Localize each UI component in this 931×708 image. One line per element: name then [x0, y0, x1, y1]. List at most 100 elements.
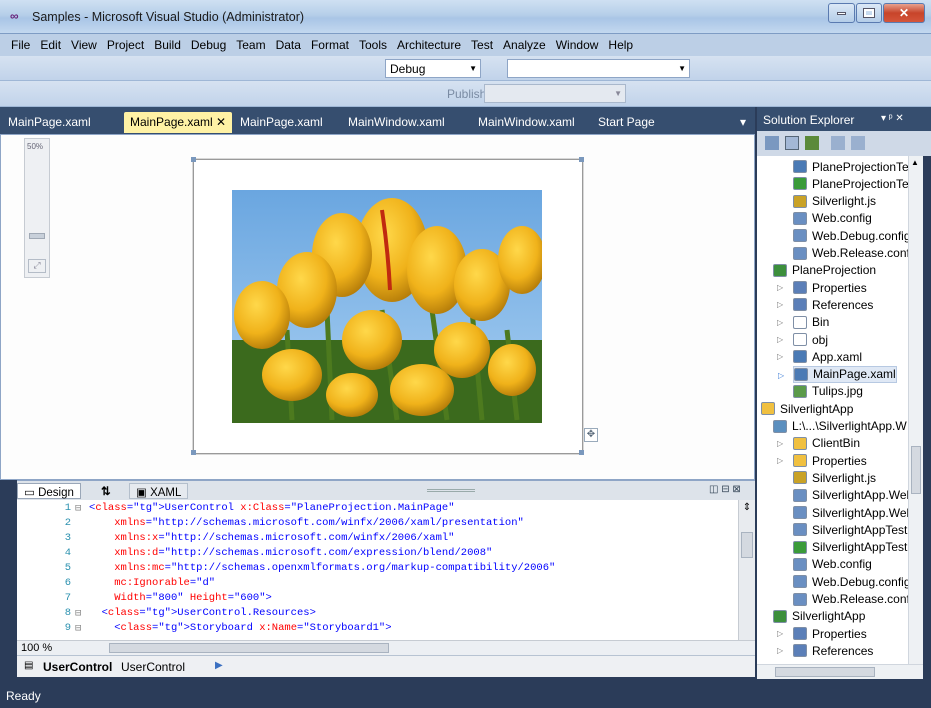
scroll-thumb[interactable]: [911, 446, 921, 494]
scroll-up-icon[interactable]: ▲: [911, 158, 919, 167]
menu-debug[interactable]: Debug: [186, 38, 231, 52]
menu-view[interactable]: View: [66, 38, 102, 52]
zoom-thumb[interactable]: [29, 233, 45, 239]
solution-vertical-scrollbar[interactable]: ▲: [908, 156, 923, 664]
tree-item[interactable]: ▷ MainPage.xaml: [778, 365, 897, 383]
close-button[interactable]: ✕: [883, 3, 925, 23]
split-icon[interactable]: ⇕: [741, 502, 753, 516]
menu-test[interactable]: Test: [466, 38, 498, 52]
tab-start-page[interactable]: Start Page: [598, 115, 655, 129]
breadcrumb-element[interactable]: UserControl: [43, 660, 112, 674]
expand-arrow-icon[interactable]: ▷: [777, 456, 783, 465]
menu-build[interactable]: Build: [149, 38, 186, 52]
design-tab[interactable]: ▭ Design: [17, 483, 81, 499]
tab-mainpage-xaml[interactable]: MainPage.xaml ✕: [124, 112, 233, 133]
publish-dropdown[interactable]: ▼: [484, 84, 626, 103]
menu-tools[interactable]: Tools: [354, 38, 392, 52]
view-designer-icon[interactable]: [851, 136, 865, 150]
tree-item[interactable]: SilverlightApp: [761, 400, 853, 417]
tree-item[interactable]: Silverlight.js: [793, 469, 876, 486]
tree-item[interactable]: ▷ App.xaml: [777, 348, 862, 365]
tree-item[interactable]: PlaneProjectionTe: [793, 175, 909, 192]
xaml-editor[interactable]: 1 ⊟ <class="tg">UserControl x:Class="Plane…: [17, 500, 755, 640]
tab-mainwindow-xaml[interactable]: MainWindow.xaml: [478, 115, 575, 129]
solution-tree[interactable]: PlaneProjectionTe PlaneProjectionTe Silver…: [757, 156, 923, 664]
xaml-tab[interactable]: ▣ XAML: [129, 483, 189, 499]
tree-item[interactable]: ▷ Properties: [777, 625, 867, 642]
minimize-button[interactable]: [828, 3, 855, 23]
tree-item[interactable]: PlaneProjectionTe: [793, 158, 909, 175]
zoom-slider[interactable]: 50% ⤢: [24, 138, 50, 278]
properties-icon[interactable]: [765, 136, 779, 150]
menu-project[interactable]: Project: [102, 38, 149, 52]
fold-icon[interactable]: ⊟: [75, 502, 81, 515]
fit-icon[interactable]: ⤢: [28, 259, 46, 273]
tree-item[interactable]: Web.Release.confi: [793, 245, 913, 262]
tree-item[interactable]: SilverlightAppTest: [793, 521, 907, 538]
tree-item[interactable]: ▷ ClientBin: [777, 435, 860, 452]
editor-vertical-scrollbar[interactable]: ⇕: [738, 500, 755, 640]
tree-item[interactable]: SilverlightApp.Wel: [793, 504, 909, 521]
expand-arrow-icon[interactable]: ▷: [777, 629, 783, 638]
maximize-button[interactable]: [856, 3, 882, 23]
tree-item[interactable]: SilverlightAppTest: [793, 539, 907, 556]
fold-icon[interactable]: ⊟: [75, 607, 81, 620]
refresh-icon[interactable]: [805, 136, 819, 150]
menu-edit[interactable]: Edit: [35, 38, 66, 52]
expand-arrow-icon[interactable]: ▷: [777, 439, 783, 448]
menu-format[interactable]: Format: [306, 38, 354, 52]
menu-team[interactable]: Team: [231, 38, 270, 52]
menu-data[interactable]: Data: [271, 38, 306, 52]
tree-item[interactable]: ▷ Properties: [777, 452, 867, 469]
editor-horizontal-scrollbar[interactable]: 100 %: [17, 640, 755, 655]
tree-item[interactable]: SilverlightApp.Wel: [793, 487, 909, 504]
tree-item[interactable]: ▷ obj: [777, 331, 828, 348]
expand-arrow-icon[interactable]: ▷: [777, 318, 783, 327]
config-dropdown[interactable]: Debug ▼: [385, 59, 481, 78]
tab-mainpage-xaml[interactable]: MainPage.xaml: [240, 115, 323, 129]
show-all-files-icon[interactable]: [785, 136, 799, 150]
tree-item[interactable]: Web.config: [793, 556, 872, 573]
scroll-thumb[interactable]: [741, 532, 753, 558]
tree-item[interactable]: ▷ References: [777, 642, 873, 659]
tab-mainwindow-xaml[interactable]: MainWindow.xaml: [348, 115, 445, 129]
tree-item[interactable]: PlaneProjection: [773, 262, 876, 279]
tree-item[interactable]: ▷ References: [777, 296, 873, 313]
expand-arrow-icon[interactable]: ▷: [777, 646, 783, 655]
expand-arrow-icon[interactable]: ▷: [777, 300, 783, 309]
platform-dropdown[interactable]: ▼: [507, 59, 690, 78]
close-tab-icon[interactable]: ✕: [213, 115, 226, 129]
menu-analyze[interactable]: Analyze: [498, 38, 551, 52]
pane-layout-buttons[interactable]: ◫ ⊟ ⊠: [709, 484, 753, 498]
tab-mainpage-xaml[interactable]: MainPage.xaml: [8, 115, 91, 129]
tree-item[interactable]: Web.config: [793, 210, 872, 227]
resize-handle[interactable]: [579, 157, 584, 162]
expand-arrow-icon[interactable]: ▷: [777, 352, 783, 361]
menu-file[interactable]: File: [6, 38, 35, 52]
solution-horizontal-scrollbar[interactable]: [757, 664, 923, 679]
expand-arrow-icon[interactable]: ▷: [777, 335, 783, 344]
view-code-icon[interactable]: [831, 136, 845, 150]
expand-arrow-icon[interactable]: ▷: [778, 371, 784, 380]
tulips-photo[interactable]: [232, 190, 542, 423]
move-icon[interactable]: ✥: [584, 428, 598, 442]
menu-help[interactable]: Help: [603, 38, 638, 52]
pin-icon[interactable]: ▾ ᵖ ✕: [881, 113, 904, 124]
tree-item[interactable]: Silverlight.js: [793, 193, 876, 210]
fold-icon[interactable]: ⊟: [75, 622, 81, 635]
tab-list-dropdown[interactable]: ▾: [740, 115, 746, 129]
tree-item[interactable]: Web.Debug.config: [793, 227, 911, 244]
tree-item[interactable]: ▷ Properties: [777, 279, 867, 296]
resize-handle[interactable]: [191, 157, 196, 162]
code-zoom[interactable]: 100 %: [21, 642, 52, 654]
menu-architecture[interactable]: Architecture: [392, 38, 466, 52]
chevron-right-icon[interactable]: ▶: [215, 660, 223, 671]
tree-item[interactable]: Tulips.jpg: [793, 383, 863, 400]
swap-panes-button[interactable]: ⇅: [95, 483, 117, 499]
splitter-grip[interactable]: [427, 489, 475, 492]
resize-handle[interactable]: [191, 450, 196, 455]
tree-item[interactable]: SilverlightApp: [773, 608, 865, 625]
hscroll-thumb[interactable]: [775, 667, 875, 677]
tree-item[interactable]: Web.Debug.config: [793, 573, 911, 590]
expand-arrow-icon[interactable]: ▷: [777, 283, 783, 292]
